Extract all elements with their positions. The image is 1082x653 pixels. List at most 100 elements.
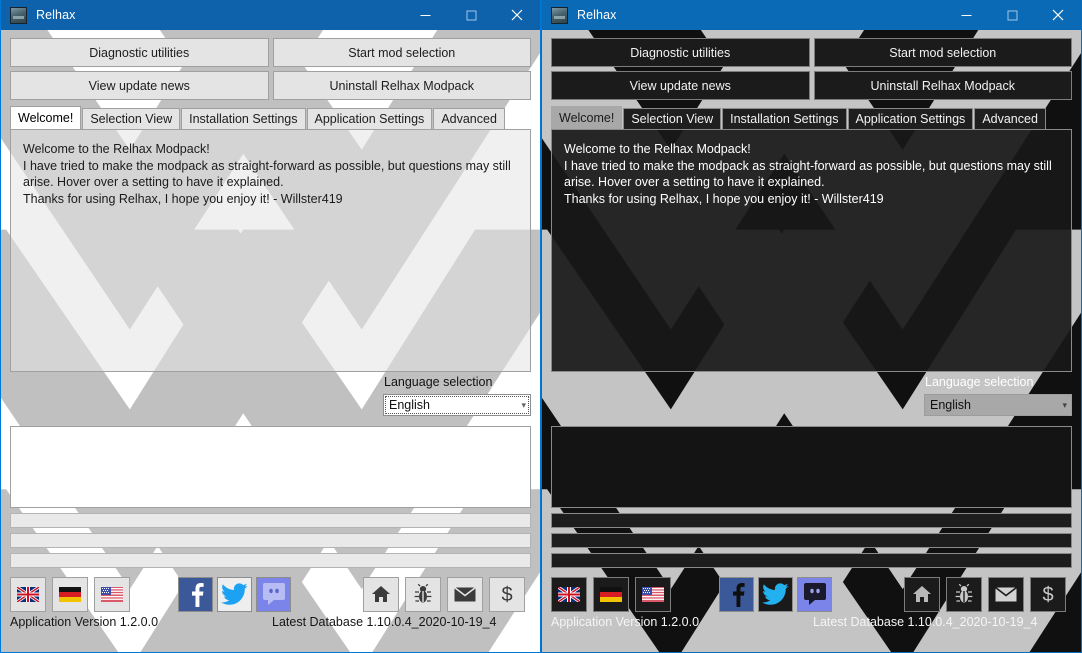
- welcome-line-1: Welcome to the Relhax Modpack!: [23, 142, 210, 156]
- titlebar: Relhax: [1, 0, 540, 30]
- facebook-link[interactable]: [178, 576, 213, 612]
- maximize-button[interactable]: [448, 0, 494, 30]
- language-button-german[interactable]: [52, 576, 88, 612]
- log-output-box[interactable]: [551, 426, 1072, 508]
- language-button-english[interactable]: [551, 576, 587, 612]
- diagnostic-utilities-button[interactable]: Diagnostic utilities: [551, 38, 810, 67]
- germany-flag: [600, 586, 622, 602]
- tab-selection-view[interactable]: Selection View: [623, 108, 722, 129]
- diagnostic-utilities-button[interactable]: Diagnostic utilities: [10, 38, 269, 67]
- email-icon: [454, 586, 476, 601]
- uninstall-relhax-modpack-button[interactable]: Uninstall Relhax Modpack: [272, 71, 531, 100]
- progress-bar-1: [551, 513, 1072, 528]
- discord-link[interactable]: [797, 576, 832, 612]
- language-select[interactable]: English ▾: [383, 394, 531, 416]
- tab-application-settings[interactable]: Application Settings: [306, 108, 433, 129]
- tab-advanced[interactable]: Advanced: [974, 108, 1046, 129]
- progress-bar-3: [10, 553, 531, 568]
- language-selection-bar: Language selection English ▾: [10, 372, 531, 426]
- tab-strip: Welcome! Selection View Installation Set…: [10, 106, 531, 129]
- welcome-line-2: I have tried to make the modpack as stra…: [23, 158, 511, 190]
- status-row: Application Version 1.2.0.0 Latest Datab…: [551, 615, 1072, 629]
- tab-strip: Welcome! Selection View Installation Set…: [551, 106, 1072, 129]
- discord-icon: [803, 583, 826, 605]
- language-button-english-us[interactable]: [635, 576, 671, 612]
- uk-flag: [17, 586, 39, 602]
- language-select[interactable]: English ▾: [924, 394, 1072, 416]
- bug-report-icon: [955, 584, 973, 603]
- bug-report-link[interactable]: [946, 576, 982, 612]
- tab-advanced[interactable]: Advanced: [433, 108, 505, 129]
- footer-icon-row: $: [10, 576, 531, 612]
- chevron-down-icon: ▾: [521, 399, 526, 410]
- log-output-box[interactable]: [10, 426, 531, 508]
- tab-welcome[interactable]: Welcome!: [551, 106, 623, 129]
- facebook-icon: [732, 583, 745, 607]
- donate-icon: $: [1042, 584, 1053, 605]
- welcome-tab-page: Welcome to the Relhax Modpack! I have tr…: [10, 129, 531, 372]
- home-link[interactable]: [904, 576, 940, 612]
- maximize-button[interactable]: [989, 0, 1035, 30]
- welcome-line-3: Thanks for using Relhax, I hope you enjo…: [23, 191, 343, 206]
- home-icon: [372, 586, 390, 602]
- minimize-button[interactable]: [402, 0, 448, 30]
- progress-bar-2: [10, 533, 531, 548]
- top-button-grid: Diagnostic utilities Start mod selection…: [551, 38, 1072, 100]
- email-link[interactable]: [988, 576, 1024, 612]
- twitter-link[interactable]: [217, 576, 252, 612]
- tab-installation-settings[interactable]: Installation Settings: [722, 108, 847, 129]
- relhax-window-light: Relhax Diagnostic utilities Start mod se…: [0, 0, 541, 653]
- germany-flag: [59, 586, 81, 602]
- footer: $ Application Version 1.2.0.0 Latest Dat…: [10, 573, 531, 652]
- language-button-german[interactable]: [593, 576, 629, 612]
- bug-report-link[interactable]: [405, 576, 441, 612]
- tab-application-settings[interactable]: Application Settings: [847, 108, 974, 129]
- view-update-news-button[interactable]: View update news: [551, 71, 810, 100]
- donate-link[interactable]: $: [489, 576, 525, 612]
- email-link[interactable]: [447, 576, 483, 612]
- donate-icon: $: [501, 584, 512, 605]
- start-mod-selection-button[interactable]: Start mod selection: [813, 38, 1072, 67]
- view-update-news-button[interactable]: View update news: [10, 71, 269, 100]
- usa-flag: [101, 586, 123, 602]
- home-icon: [913, 586, 931, 602]
- footer: $ Application Version 1.2.0.0 Latest Dat…: [551, 573, 1072, 652]
- window-title: Relhax: [577, 8, 617, 22]
- app-logo-icon: [10, 6, 27, 24]
- donate-link[interactable]: $: [1030, 576, 1066, 612]
- facebook-link[interactable]: [719, 576, 754, 612]
- tab-welcome[interactable]: Welcome!: [10, 106, 82, 129]
- uninstall-relhax-modpack-button[interactable]: Uninstall Relhax Modpack: [813, 71, 1072, 100]
- uk-flag: [558, 586, 580, 602]
- home-link[interactable]: [363, 576, 399, 612]
- footer-icon-row: $: [551, 576, 1072, 612]
- progress-bar-group: [10, 513, 531, 573]
- close-button[interactable]: [1035, 0, 1081, 30]
- status-row: Application Version 1.2.0.0 Latest Datab…: [10, 615, 531, 629]
- discord-link[interactable]: [256, 576, 291, 612]
- client-area: Diagnostic utilities Start mod selection…: [1, 30, 540, 652]
- application-version-label: Application Version 1.2.0.0: [10, 615, 159, 629]
- discord-icon: [262, 583, 285, 605]
- language-button-english-us[interactable]: [94, 576, 130, 612]
- tab-installation-settings[interactable]: Installation Settings: [181, 108, 306, 129]
- twitter-link[interactable]: [758, 576, 793, 612]
- email-icon: [995, 586, 1017, 601]
- language-selection-bar: Language selection English ▾: [551, 372, 1072, 426]
- titlebar: Relhax: [542, 0, 1081, 30]
- client-area: Diagnostic utilities Start mod selection…: [542, 30, 1081, 652]
- svg-text:$: $: [501, 584, 512, 605]
- tab-selection-view[interactable]: Selection View: [82, 108, 181, 129]
- close-button[interactable]: [494, 0, 540, 30]
- relhax-window-dark: Relhax Diagnostic utilities Start mod se…: [541, 0, 1082, 653]
- minimize-button[interactable]: [943, 0, 989, 30]
- latest-database-label: Latest Database 1.10.0.4_2020-10-19_4: [813, 615, 1038, 629]
- latest-database-label: Latest Database 1.10.0.4_2020-10-19_4: [272, 615, 497, 629]
- start-mod-selection-button[interactable]: Start mod selection: [272, 38, 531, 67]
- window-title: Relhax: [36, 8, 76, 22]
- language-select-value: English: [930, 398, 971, 412]
- application-version-label: Application Version 1.2.0.0: [551, 615, 700, 629]
- progress-bar-3: [551, 553, 1072, 568]
- language-button-english[interactable]: [10, 576, 46, 612]
- language-selection-label: Language selection: [925, 375, 1034, 389]
